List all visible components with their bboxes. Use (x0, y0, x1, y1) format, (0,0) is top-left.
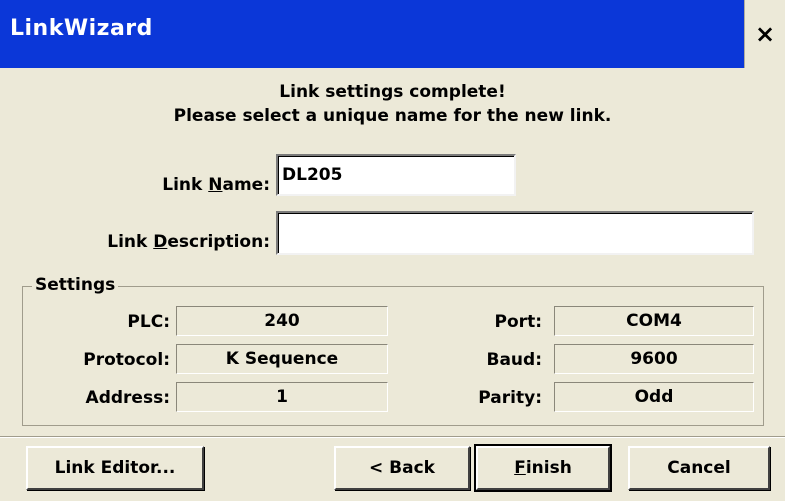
completion-message: Link settings complete! (279, 82, 506, 102)
protocol-value: K Sequence (176, 344, 388, 374)
settings-group-title: Settings (32, 275, 119, 295)
finish-button-label: Finish (514, 458, 572, 478)
port-label: Port: (494, 312, 542, 332)
finish-button[interactable]: Finish (474, 444, 612, 492)
link-name-input[interactable] (276, 154, 516, 196)
back-button-label: < Back (369, 458, 435, 478)
window-title: LinkWizard (10, 16, 153, 41)
instruction-message: Please select a unique name for the new … (173, 106, 612, 126)
address-label: Address: (85, 388, 170, 408)
parity-value: Odd (554, 382, 754, 412)
link-description-label: Link Description: (107, 232, 270, 252)
close-icon: × (754, 20, 776, 48)
title-bar: LinkWizard × (0, 0, 785, 68)
baud-label: Baud: (486, 350, 543, 370)
plc-value: 240 (176, 306, 388, 336)
link-name-label: Link Name: (162, 175, 270, 195)
button-separator (0, 436, 785, 438)
close-button[interactable]: × (744, 0, 785, 68)
baud-value: 9600 (554, 344, 754, 374)
plc-label: PLC: (127, 312, 170, 332)
parity-label: Parity: (478, 388, 542, 408)
cancel-button-label: Cancel (667, 458, 731, 478)
back-button[interactable]: < Back (334, 446, 470, 490)
cancel-button[interactable]: Cancel (628, 446, 770, 490)
link-description-input[interactable] (276, 211, 754, 255)
port-value: COM4 (554, 306, 754, 336)
link-editor-button-label: Link Editor... (54, 458, 176, 478)
protocol-label: Protocol: (83, 350, 170, 370)
link-editor-button[interactable]: Link Editor... (26, 446, 204, 490)
address-value: 1 (176, 382, 388, 412)
